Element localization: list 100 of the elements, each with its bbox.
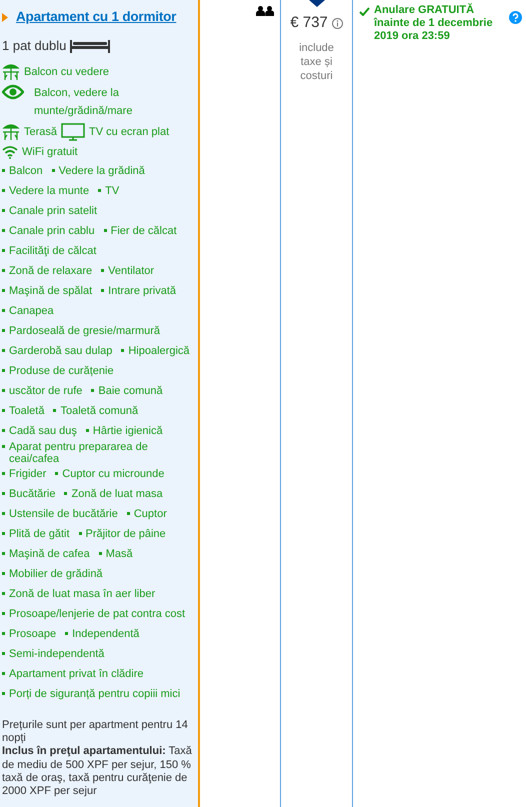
facility-text: Frigider bbox=[9, 469, 46, 481]
bed-text: 1 pat dublu bbox=[2, 37, 66, 56]
facility-text: Pardoseală de gresie/marmură bbox=[9, 326, 160, 338]
occupancy-icon bbox=[256, 6, 274, 16]
bullet-icon bbox=[2, 492, 5, 496]
bullet-icon bbox=[2, 289, 5, 292]
bullet-icon bbox=[91, 389, 94, 392]
cancellation-text: Anulare GRATUITĂ înainte de 1 decembrie 2019 ora 23:59 bbox=[374, 4, 494, 44]
bullet-icon bbox=[64, 492, 68, 496]
facility-text: Hipoalergică bbox=[128, 346, 190, 358]
bullet-icon bbox=[104, 229, 107, 232]
bullet-icon bbox=[2, 389, 5, 392]
bullet-icon bbox=[2, 445, 5, 448]
bullet-icon bbox=[2, 229, 5, 232]
facility-text: Maşină de cafea bbox=[9, 549, 90, 561]
bullet-icon bbox=[2, 592, 5, 596]
highlight-text: WiFi gratuit bbox=[22, 145, 78, 160]
facility-text: Zonă de luat masa în aer liber bbox=[9, 589, 156, 601]
bullet-icon bbox=[2, 329, 5, 332]
facility-text: Canapea bbox=[9, 306, 54, 318]
bullet-icon bbox=[98, 552, 102, 556]
facility-text: Mobilier de grădină bbox=[9, 569, 103, 581]
bullet-icon bbox=[2, 369, 5, 372]
facility-text: Apartament privat în clădire bbox=[9, 669, 144, 681]
caret-icon bbox=[2, 12, 8, 22]
bullet-icon bbox=[2, 512, 5, 516]
bullet-icon bbox=[2, 249, 5, 252]
price-amount: € 737 bbox=[290, 13, 328, 33]
bullet-icon bbox=[98, 189, 102, 192]
facility-text: Canale prin cablu bbox=[9, 226, 95, 238]
included-note: Inclus în preţul apartamentului: Taxă de mediu de 500 XPF per sejur, 150 % taxă de oraş, taxă pentru curăţenie de 2000 XPF per sejur bbox=[2, 745, 193, 798]
facility-text: Fier de călcat bbox=[110, 226, 177, 238]
facility-text: Baie comună bbox=[98, 386, 163, 398]
facility-text: Aparat pentru prepararea de ceai/cafea bbox=[9, 442, 149, 466]
bullet-icon bbox=[2, 189, 5, 192]
facility-text: Maşină de spălat bbox=[9, 286, 92, 298]
facility-text: Zonă de luat masa bbox=[71, 489, 163, 501]
help-icon bbox=[509, 11, 522, 24]
facility-text: Zonă de relaxare bbox=[9, 266, 92, 278]
umbrella-icon bbox=[2, 123, 20, 141]
facility-text: Cuptor cu microunde bbox=[62, 469, 164, 481]
bullet-icon bbox=[86, 429, 89, 432]
bullet-icon bbox=[101, 289, 104, 292]
facility-text: Cadă sau duş bbox=[9, 426, 77, 438]
facility-text: Prosoape bbox=[9, 629, 56, 641]
highlight-text: Balcon, vedere la munte/grădină/mare bbox=[34, 86, 134, 119]
bullet-icon bbox=[2, 349, 5, 352]
bullet-icon bbox=[2, 472, 5, 476]
facility-text: Cuptor bbox=[134, 509, 167, 521]
bullet-icon bbox=[2, 672, 5, 676]
tv-icon bbox=[61, 123, 86, 141]
bullet-icon bbox=[121, 349, 124, 352]
facility-text: Prăjitor de pâine bbox=[86, 529, 166, 541]
facility-text: Facilităţi de călcat bbox=[9, 246, 96, 258]
bullet-icon bbox=[2, 209, 5, 212]
facility-text: uscător de rufe bbox=[9, 386, 82, 398]
facility-text: Garderobă sau dulap bbox=[9, 346, 112, 358]
bullet-icon bbox=[2, 309, 5, 312]
bullet-icon bbox=[53, 409, 56, 412]
eye-icon bbox=[2, 84, 24, 100]
bullet-icon bbox=[65, 632, 68, 636]
bed-icon bbox=[70, 40, 110, 52]
bullet-icon bbox=[2, 572, 5, 576]
highlight-text: Terasă bbox=[24, 125, 58, 140]
check-icon bbox=[359, 7, 370, 16]
bullet-icon bbox=[2, 409, 5, 412]
facility-text: Vedere la munte bbox=[9, 186, 90, 198]
facility-text: Ustensile de bucătărie bbox=[9, 509, 118, 521]
room-title-link[interactable]: Apartament cu 1 dormitor bbox=[16, 6, 176, 28]
highlight-text: TV cu ecran plat bbox=[89, 125, 170, 140]
wifi-icon bbox=[2, 145, 18, 159]
facility-text: Canale prin satelit bbox=[9, 206, 98, 218]
facility-text: Hârtie igienică bbox=[92, 426, 163, 438]
bullet-icon bbox=[101, 269, 104, 272]
bullet-icon bbox=[52, 169, 55, 172]
info-icon bbox=[332, 18, 343, 29]
facility-text: Porți de siguranță pentru copiii mici bbox=[9, 689, 180, 701]
bullet-icon bbox=[2, 552, 5, 556]
bullet-icon bbox=[2, 692, 5, 696]
bullet-icon bbox=[2, 169, 5, 172]
umbrella-icon bbox=[2, 63, 20, 81]
chevron-icon bbox=[309, 0, 325, 7]
price-note: Prețurile sunt per apartment pentru 14 nopți bbox=[2, 719, 189, 746]
facility-text: Vedere la grădină bbox=[58, 166, 145, 178]
facility-text: Produse de curățenie bbox=[9, 366, 114, 378]
facility-text: Masă bbox=[106, 549, 133, 561]
bullet-icon bbox=[2, 612, 5, 616]
facility-text: Toaletă bbox=[9, 406, 44, 418]
facility-text: Plită de gătit bbox=[9, 529, 70, 541]
facility-text: Toaletă comună bbox=[60, 406, 138, 418]
facility-text: Bucătărie bbox=[9, 489, 56, 501]
facility-text: Balcon bbox=[9, 166, 43, 178]
bullet-icon bbox=[2, 532, 5, 536]
facility-text: Prosoape/lenjerie de pat contra cost bbox=[9, 609, 186, 621]
bullet-icon bbox=[2, 429, 5, 432]
facility-text: Ventilator bbox=[108, 266, 154, 278]
bullet-icon bbox=[2, 632, 5, 636]
facility-text: TV bbox=[105, 186, 120, 198]
facility-text: Intrare privată bbox=[108, 286, 176, 298]
bullet-icon bbox=[2, 652, 5, 656]
